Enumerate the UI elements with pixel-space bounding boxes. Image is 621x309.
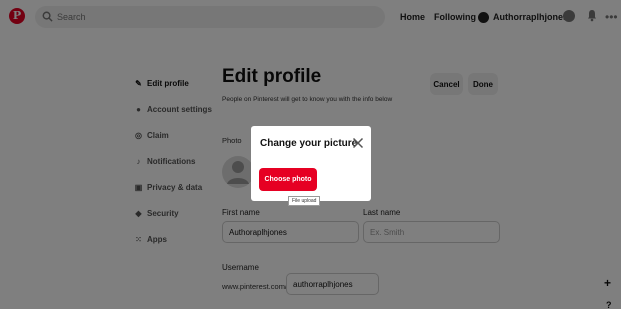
modal-title: Change your picture	[260, 138, 358, 149]
choose-photo-button[interactable]: Choose photo	[259, 168, 317, 191]
change-picture-modal: Change your picture Choose photo	[251, 126, 371, 201]
close-icon[interactable]	[352, 137, 364, 149]
file-upload-tooltip: File upload	[288, 196, 321, 206]
